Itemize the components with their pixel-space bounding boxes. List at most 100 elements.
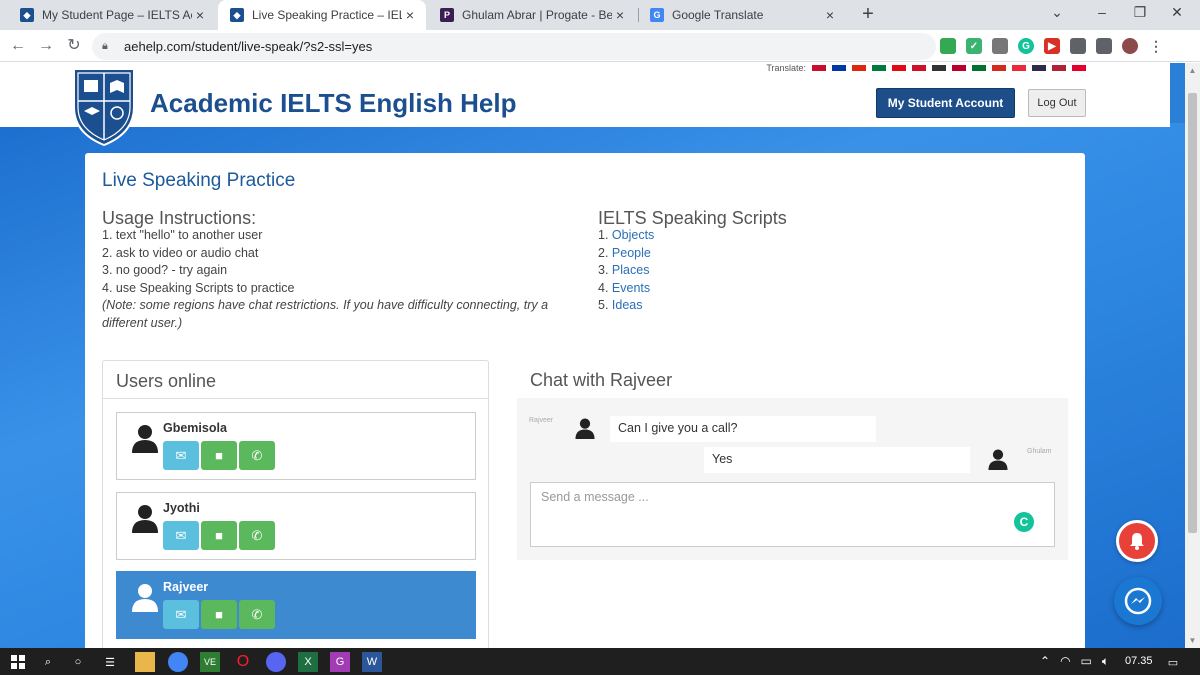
web-page: Translate: Academic IELTS English Help M… <box>0 63 1185 648</box>
message-button[interactable]: ✉ <box>163 521 199 550</box>
back-icon[interactable]: ← <box>8 36 28 56</box>
video-extension-icon[interactable]: ▶ <box>1044 38 1060 54</box>
flag-icon[interactable] <box>892 65 906 71</box>
message-input[interactable]: Send a message ... C <box>530 482 1055 547</box>
speaking-scripts: IELTS Speaking Scripts 1. Objects 2. Peo… <box>598 209 898 315</box>
minimize-button[interactable]: – <box>1090 4 1114 26</box>
phone-icon: ✆ <box>251 606 263 622</box>
scroll-down-icon[interactable]: ▼ <box>1185 633 1200 648</box>
script-link-events[interactable]: Events <box>612 281 650 295</box>
browser-tab-4[interactable]: G Google Translate × <box>638 0 846 30</box>
puzzle-icon[interactable] <box>1070 38 1086 54</box>
grammarly-icon[interactable]: C <box>1014 512 1034 532</box>
tab-title: Live Speaking Practice – IELTS Ac <box>252 8 402 22</box>
user-card-rajveer[interactable]: Rajveer ✉ ■ ✆ <box>116 571 476 639</box>
show-hidden-icons[interactable]: ⌃ <box>1040 654 1050 669</box>
drive-icon[interactable] <box>940 38 956 54</box>
flag-icon[interactable] <box>972 65 986 71</box>
close-icon[interactable]: × <box>822 7 838 23</box>
volume-icon[interactable]: 🔈︎ <box>1102 654 1109 669</box>
my-student-account-button[interactable]: My Student Account <box>876 88 1015 118</box>
browser-tab-2[interactable]: ◆ Live Speaking Practice – IELTS Ac × <box>218 0 426 30</box>
messenger-icon[interactable] <box>1114 577 1162 625</box>
script-link-ideas[interactable]: Ideas <box>612 298 643 312</box>
flag-icon[interactable] <box>1012 65 1026 71</box>
search-icon[interactable]: ⌕ <box>38 652 58 672</box>
close-icon[interactable]: × <box>402 7 418 23</box>
site-header: Translate: Academic IELTS English Help M… <box>0 63 1170 127</box>
flag-icon[interactable] <box>1032 65 1046 71</box>
file-explorer-icon[interactable] <box>135 652 155 672</box>
audio-call-button[interactable]: ✆ <box>239 521 275 550</box>
message-button[interactable]: ✉ <box>163 441 199 470</box>
battery-icon[interactable]: ▭ <box>1081 654 1092 669</box>
script-link-objects[interactable]: Objects <box>612 228 654 242</box>
audio-call-button[interactable]: ✆ <box>239 441 275 470</box>
app-icon-g[interactable]: G <box>330 652 350 672</box>
browser-tab-1[interactable]: ◆ My Student Page – IELTS Academ × <box>8 0 216 30</box>
shield-extension-icon[interactable]: ✓ <box>966 38 982 54</box>
user-name: Gbemisola <box>163 421 227 435</box>
opera-icon[interactable]: O <box>233 652 253 672</box>
app-icon[interactable]: VE <box>200 652 220 672</box>
page-scrollbar[interactable]: ▲ ▼ <box>1185 63 1200 648</box>
flag-icon[interactable] <box>812 65 826 71</box>
network-icon[interactable]: ◠ <box>1060 654 1070 669</box>
restore-button[interactable]: ❐ <box>1128 4 1152 26</box>
profile-avatar-icon[interactable] <box>1122 38 1138 54</box>
notification-center-icon[interactable]: ▭ <box>1163 652 1183 672</box>
close-icon[interactable]: × <box>192 7 208 23</box>
user-card-jyothi[interactable]: Jyothi ✉ ■ ✆ <box>116 492 476 560</box>
flag-icon[interactable] <box>1072 65 1086 71</box>
flag-icon[interactable] <box>852 65 866 71</box>
grammarly-icon[interactable]: G <box>1018 38 1034 54</box>
address-bar[interactable]: 🔒︎ aehelp.com/student/live-speak/?s2-ssl… <box>92 33 936 60</box>
chat-extension-icon[interactable] <box>992 38 1008 54</box>
site-logo[interactable] <box>70 63 138 147</box>
user-avatar-icon <box>988 449 1008 470</box>
message-button[interactable]: ✉ <box>163 600 199 629</box>
script-link-places[interactable]: Places <box>612 263 650 277</box>
scroll-up-icon[interactable]: ▲ <box>1185 63 1200 78</box>
discord-icon[interactable] <box>266 652 286 672</box>
close-icon[interactable]: × <box>612 7 628 23</box>
notification-bell-icon[interactable] <box>1116 520 1158 562</box>
user-card-gbemisola[interactable]: Gbemisola ✉ ■ ✆ <box>116 412 476 480</box>
translate-label: Translate: <box>766 63 806 73</box>
flag-icon[interactable] <box>1052 65 1066 71</box>
video-call-button[interactable]: ■ <box>201 600 237 629</box>
flag-icon[interactable] <box>932 65 946 71</box>
flag-icon[interactable] <box>832 65 846 71</box>
users-online-heading: Users online <box>103 361 488 399</box>
close-window-button[interactable]: ✕ <box>1165 4 1189 26</box>
audio-call-button[interactable]: ✆ <box>239 600 275 629</box>
new-tab-button[interactable]: + <box>857 4 879 26</box>
video-call-button[interactable]: ■ <box>201 441 237 470</box>
taskbar-clock[interactable]: 07.35 <box>1125 655 1153 667</box>
flag-icon[interactable] <box>952 65 966 71</box>
reload-icon[interactable]: ↻ <box>64 36 84 56</box>
task-view-icon[interactable]: ☰ <box>100 652 120 672</box>
script-link-people[interactable]: People <box>612 246 651 260</box>
site-title[interactable]: Academic IELTS English Help <box>150 88 517 119</box>
word-icon[interactable]: W <box>362 652 382 672</box>
script-item: 3. Places <box>598 262 898 280</box>
browser-tab-3[interactable]: P Ghulam Abrar | Progate - Belajar × <box>428 0 636 30</box>
tab-search-icon[interactable]: ⌄ <box>1045 4 1069 26</box>
excel-icon[interactable]: X <box>298 652 318 672</box>
windows-start-icon[interactable] <box>8 652 28 672</box>
system-tray: ⌃ ◠ ▭ 🔈︎ <box>1040 654 1109 669</box>
flag-icon[interactable] <box>992 65 1006 71</box>
chrome-icon[interactable] <box>168 652 188 672</box>
instructions-heading: Usage Instructions: <box>102 208 257 228</box>
video-call-button[interactable]: ■ <box>201 521 237 550</box>
menu-icon[interactable]: ⋮ <box>1148 38 1164 54</box>
reading-list-icon[interactable] <box>1096 38 1112 54</box>
scroll-thumb[interactable] <box>1188 93 1197 533</box>
forward-icon[interactable]: → <box>36 36 56 56</box>
flag-icon[interactable] <box>912 65 926 71</box>
message-sender: Rajveer <box>529 417 554 424</box>
flag-icon[interactable] <box>872 65 886 71</box>
logout-button[interactable]: Log Out <box>1028 89 1086 117</box>
cortana-icon[interactable]: ○ <box>68 652 88 672</box>
